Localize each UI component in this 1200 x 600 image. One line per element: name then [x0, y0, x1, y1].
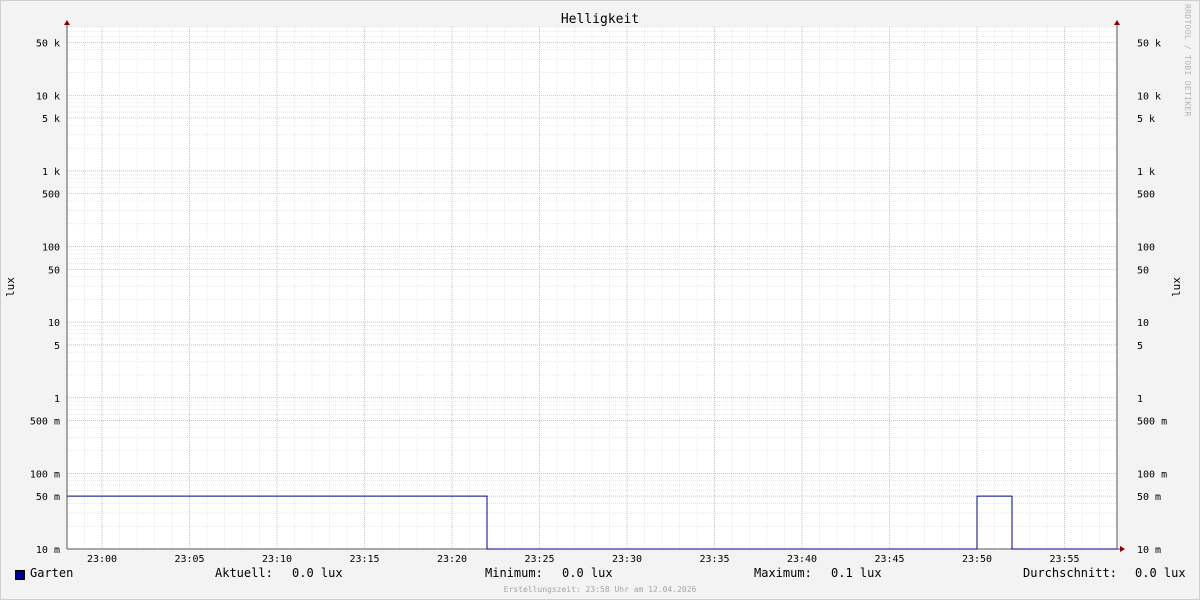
legend-maximum-value: 0.1 lux: [831, 566, 882, 580]
rrdtool-watermark: RRDTOOL / TOBI OETIKER: [1183, 4, 1192, 117]
y-tick-label-right: 1: [1137, 394, 1143, 405]
creation-time: Erstellungszeit: 23:58 Uhr am 12.04.2026: [503, 585, 697, 594]
x-tick-label: 23:45: [874, 554, 904, 565]
y-tick-label-right: 500 m: [1137, 417, 1167, 428]
x-tick-label: 23:20: [437, 554, 467, 565]
legend-series-name: Garten: [30, 566, 74, 580]
chart-svg: 50 k 50 k 10 k 10 k 5 k 5 k 1 k 1 k 500 500 100 100…: [4, 12, 1183, 565]
y-tick-label-right: 50 m: [1137, 492, 1161, 503]
y-tick-label-left: 500: [42, 190, 60, 201]
legend-minimum-value: 0.0 lux: [562, 566, 613, 580]
legend: Garten Aktuell: 0.0 lux Minimum: 0.0 lux…: [0, 566, 1200, 584]
y-axis-right-arrow: [1114, 20, 1120, 25]
y-tick-label-left: 100: [42, 243, 60, 254]
legend-aktuell-value: 0.0 lux: [292, 566, 343, 580]
x-tick-label: 23:10: [262, 554, 292, 565]
y-axis-label-right: lux: [1170, 277, 1183, 297]
y-tick-label-left: 10: [48, 318, 60, 329]
y-tick-label-right: 10 k: [1137, 91, 1161, 102]
y-tick-label-left: 5: [54, 341, 60, 352]
y-tick-label-left: 50 k: [36, 38, 60, 49]
y-tick-label-left: 100 m: [30, 469, 60, 480]
x-tick-label: 23:55: [1049, 554, 1079, 565]
y-tick-label-right: 100 m: [1137, 469, 1167, 480]
x-tick-label: 23:00: [87, 554, 117, 565]
y-tick-label-right: 10 m: [1137, 545, 1161, 556]
x-tick-label: 23:05: [174, 554, 204, 565]
y-tick-label-left: 5 k: [42, 114, 60, 125]
y-tick-label-right: 50 k: [1137, 38, 1161, 49]
y-tick-label-left: 50 m: [36, 492, 60, 503]
legend-minimum-label: Minimum:: [485, 566, 543, 580]
x-tick-label: 23:25: [524, 554, 554, 565]
legend-durchschnitt-value: 0.0 lux: [1135, 566, 1186, 580]
y-tick-label-left: 1: [54, 394, 60, 405]
y-tick-label-right: 5: [1137, 341, 1143, 352]
y-tick-label-left: 1 k: [42, 167, 60, 178]
y-tick-label-left: 500 m: [30, 417, 60, 428]
legend-aktuell-label: Aktuell:: [215, 566, 273, 580]
x-tick-label: 23:50: [962, 554, 992, 565]
y-tick-label-left: 50: [48, 265, 60, 276]
y-tick-label-right: 10: [1137, 318, 1149, 329]
x-tick-label: 23:40: [787, 554, 817, 565]
legend-durchschnitt-label: Durchschnitt:: [1023, 566, 1117, 580]
y-axis-label-left: lux: [4, 277, 17, 297]
chart-title: Helligkeit: [561, 12, 639, 27]
x-tick-label: 23:35: [699, 554, 729, 565]
x-tick-label: 23:30: [612, 554, 642, 565]
x-axis-arrow: [1120, 546, 1125, 552]
y-tick-label-right: 500: [1137, 190, 1155, 201]
y-tick-label-right: 50: [1137, 265, 1149, 276]
y-axis-left-arrow: [64, 20, 70, 25]
grid: [66, 26, 1118, 550]
x-tick-label: 23:15: [349, 554, 379, 565]
y-tick-label-right: 1 k: [1137, 167, 1155, 178]
y-tick-label-left: 10 k: [36, 91, 60, 102]
y-tick-label-right: 5 k: [1137, 114, 1155, 125]
y-tick-label-left: 10 m: [36, 545, 60, 556]
legend-maximum-label: Maximum:: [754, 566, 812, 580]
y-tick-label-right: 100: [1137, 243, 1155, 254]
